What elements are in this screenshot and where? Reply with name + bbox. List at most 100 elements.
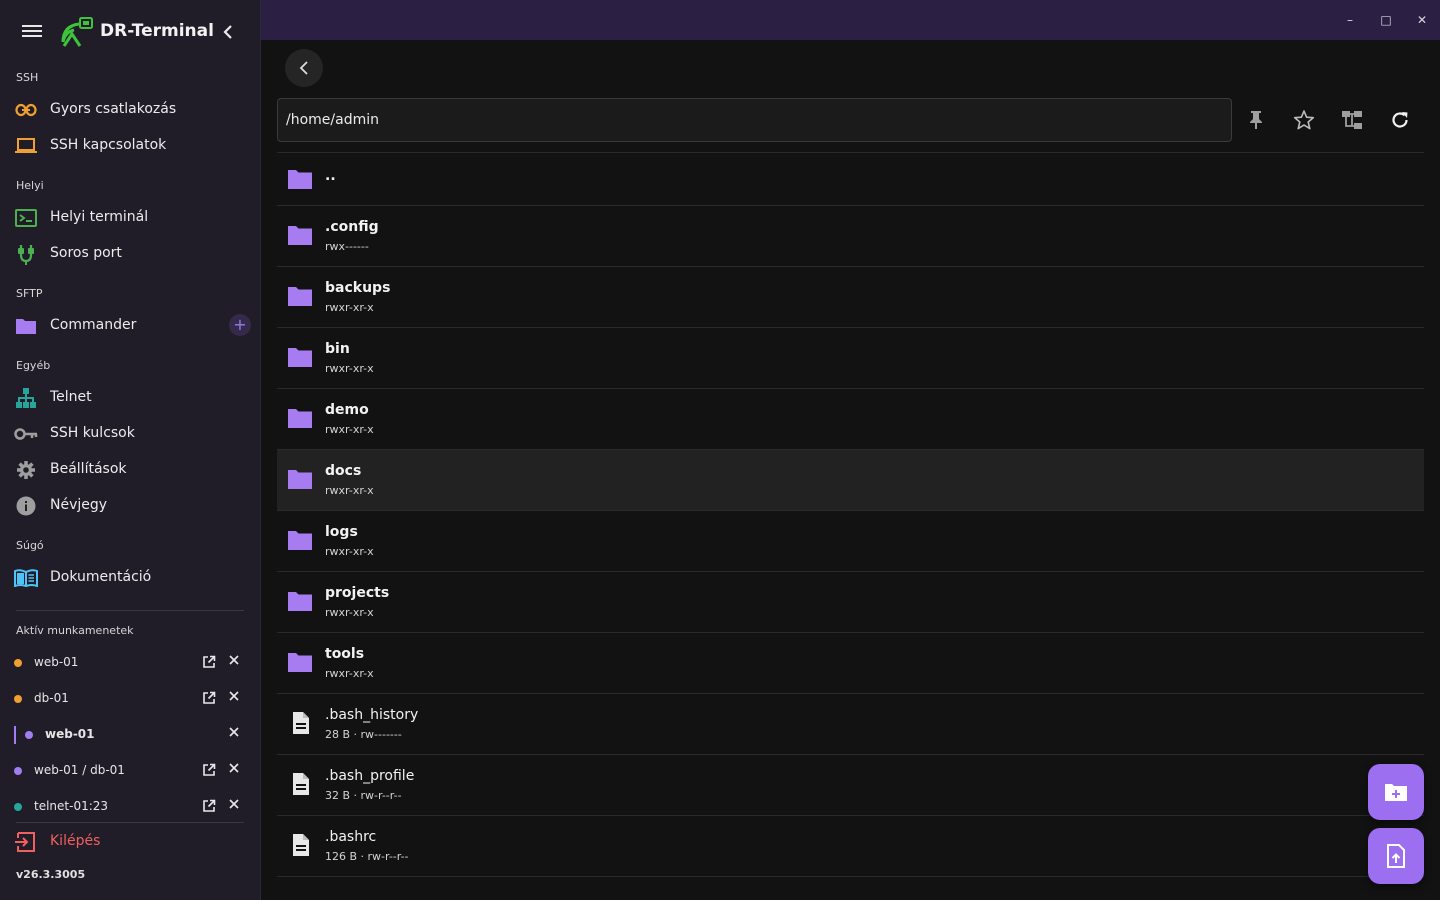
session-item[interactable]: db-01 bbox=[0, 683, 260, 715]
app-logo-icon bbox=[61, 17, 93, 47]
active-session-indicator bbox=[14, 726, 16, 744]
sidebar-item-label: Commander bbox=[50, 317, 137, 333]
sidebar-item-label: SSH kulcsok bbox=[50, 425, 135, 441]
sidebar-item-commander[interactable]: Commander + bbox=[0, 308, 260, 344]
session-status-dot bbox=[25, 731, 33, 739]
open-external-icon[interactable] bbox=[202, 799, 216, 813]
session-item-active[interactable]: web-01 bbox=[0, 719, 260, 751]
list-item[interactable]: logs rwxr-xr-x bbox=[277, 511, 1424, 572]
close-session-icon[interactable] bbox=[228, 726, 240, 738]
favorite-button[interactable] bbox=[1292, 108, 1316, 132]
brand-header: DR-Terminal bbox=[0, 0, 260, 64]
sidebar-item-serial-port[interactable]: Soros port bbox=[0, 236, 260, 272]
file-browser: .. .config rwx------ backups rwxr-xr-x b… bbox=[261, 40, 1440, 900]
sidebar-divider bbox=[16, 610, 244, 611]
close-window-button[interactable]: ✕ bbox=[1414, 12, 1430, 28]
list-item-parent[interactable]: .. bbox=[277, 153, 1424, 206]
list-item[interactable]: demo rwxr-xr-x bbox=[277, 389, 1424, 450]
sidebar-item-docs[interactable]: Dokumentáció bbox=[0, 560, 260, 596]
sidebar-item-telnet[interactable]: Telnet bbox=[0, 380, 260, 416]
sidebar: DR-Terminal SSH Gyors csatlakozás SSH ka… bbox=[0, 0, 261, 900]
logout-button[interactable]: Kilépés bbox=[0, 826, 260, 858]
folder-icon bbox=[288, 226, 312, 245]
upload-file-button[interactable] bbox=[1368, 828, 1424, 884]
logout-icon bbox=[15, 832, 35, 852]
sidebar-item-local-terminal[interactable]: Helyi terminál bbox=[0, 200, 260, 236]
pin-icon bbox=[1250, 111, 1262, 129]
session-status-dot bbox=[14, 659, 22, 667]
folder-icon bbox=[288, 409, 312, 428]
hamburger-icon[interactable] bbox=[20, 22, 44, 42]
list-item[interactable]: backups rwxr-xr-x bbox=[277, 267, 1424, 328]
file-icon bbox=[293, 773, 309, 795]
app-version: v26.3.3005 bbox=[16, 868, 86, 881]
info-icon bbox=[14, 495, 38, 517]
file-meta: rwxr-xr-x bbox=[325, 301, 374, 314]
close-session-icon[interactable] bbox=[228, 654, 240, 666]
minimize-button[interactable]: – bbox=[1342, 12, 1358, 28]
create-folder-icon bbox=[1385, 784, 1407, 801]
back-button[interactable] bbox=[285, 49, 323, 87]
file-meta: 28 B · rw------- bbox=[325, 728, 402, 741]
folder-icon bbox=[288, 531, 312, 550]
pin-button[interactable] bbox=[1244, 108, 1268, 132]
file-name: .bash_profile bbox=[325, 768, 415, 784]
key-icon bbox=[14, 423, 38, 445]
list-item-hovered[interactable]: docs rwxr-xr-x bbox=[277, 450, 1424, 511]
open-external-icon[interactable] bbox=[202, 763, 216, 777]
file-icon bbox=[293, 712, 309, 734]
close-session-icon[interactable] bbox=[228, 690, 240, 702]
folder-icon bbox=[288, 653, 312, 672]
file-name: .bash_history bbox=[325, 707, 419, 723]
window-titlebar[interactable]: – □ ✕ bbox=[261, 0, 1440, 40]
open-external-icon[interactable] bbox=[202, 655, 216, 669]
tree-view-button[interactable] bbox=[1340, 108, 1364, 132]
sidebar-item-about[interactable]: Névjegy bbox=[0, 488, 260, 524]
add-commander-button[interactable]: + bbox=[229, 314, 251, 336]
sidebar-item-ssh-keys[interactable]: SSH kulcsok bbox=[0, 416, 260, 452]
close-session-icon[interactable] bbox=[228, 762, 240, 774]
session-name: telnet-01:23 bbox=[34, 799, 109, 813]
network-tree-icon bbox=[14, 387, 38, 409]
laptop-icon bbox=[14, 135, 38, 157]
session-name: db-01 bbox=[34, 691, 69, 705]
terminal-icon bbox=[14, 207, 38, 229]
sidebar-item-settings[interactable]: Beállítások bbox=[0, 452, 260, 488]
sidebar-item-label: Gyors csatlakozás bbox=[50, 101, 177, 117]
collapse-sidebar-icon[interactable] bbox=[218, 22, 238, 42]
file-name: tools bbox=[325, 646, 365, 662]
app-title: DR-Terminal bbox=[100, 21, 214, 41]
close-session-icon[interactable] bbox=[228, 798, 240, 810]
sidebar-item-label: Dokumentáció bbox=[50, 569, 152, 585]
refresh-button[interactable] bbox=[1388, 108, 1412, 132]
file-meta: rwxr-xr-x bbox=[325, 362, 374, 375]
section-help-label: Súgó bbox=[16, 539, 44, 552]
sidebar-item-quick-connect[interactable]: Gyors csatlakozás bbox=[0, 92, 260, 128]
list-item[interactable]: .bash_profile 32 B · rw-r--r-- bbox=[277, 755, 1424, 816]
folder-icon bbox=[14, 315, 38, 337]
file-name: .bashrc bbox=[325, 829, 377, 845]
session-name: web-01 / db-01 bbox=[34, 763, 125, 777]
list-item[interactable]: bin rwxr-xr-x bbox=[277, 328, 1424, 389]
new-folder-button[interactable] bbox=[1368, 764, 1424, 820]
section-sessions-label: Aktív munkamenetek bbox=[16, 624, 134, 637]
folder-icon bbox=[288, 348, 312, 367]
logout-label: Kilépés bbox=[50, 833, 101, 849]
session-item[interactable]: web-01 bbox=[0, 647, 260, 679]
maximize-button[interactable]: □ bbox=[1378, 12, 1394, 28]
upload-file-icon bbox=[1387, 844, 1405, 868]
sidebar-item-ssh-connections[interactable]: SSH kapcsolatok bbox=[0, 128, 260, 164]
list-item[interactable]: .config rwx------ bbox=[277, 206, 1424, 267]
path-input[interactable] bbox=[277, 98, 1232, 142]
list-item[interactable]: .bashrc 126 B · rw-r--r-- bbox=[277, 816, 1424, 877]
sidebar-item-label: Soros port bbox=[50, 245, 122, 261]
serial-port-icon bbox=[14, 243, 38, 265]
list-item[interactable]: .bash_history 28 B · rw------- bbox=[277, 694, 1424, 755]
file-meta: rwxr-xr-x bbox=[325, 667, 374, 680]
file-name: bin bbox=[325, 341, 350, 357]
session-item[interactable]: telnet-01:23 bbox=[0, 791, 260, 823]
session-item[interactable]: web-01 / db-01 bbox=[0, 755, 260, 787]
open-external-icon[interactable] bbox=[202, 691, 216, 705]
list-item[interactable]: projects rwxr-xr-x bbox=[277, 572, 1424, 633]
list-item[interactable]: tools rwxr-xr-x bbox=[277, 633, 1424, 694]
